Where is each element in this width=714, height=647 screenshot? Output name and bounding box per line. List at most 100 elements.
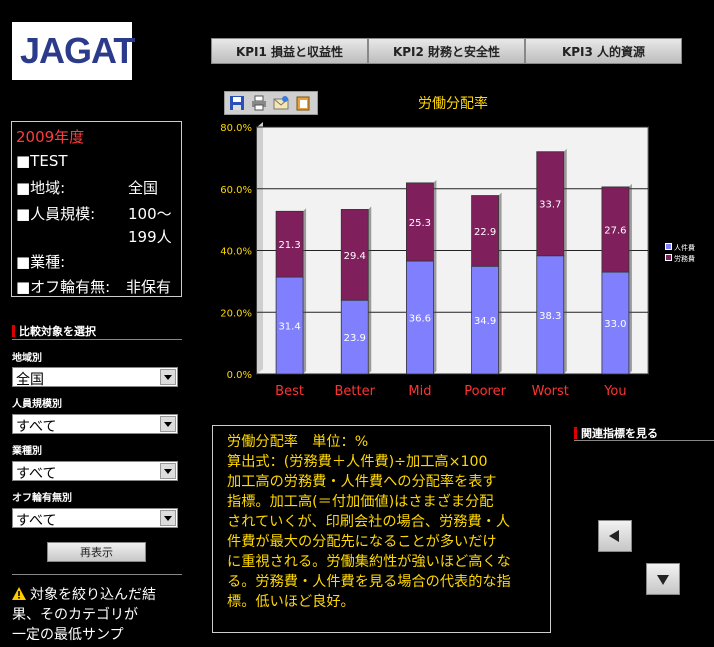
- tab-kpi2[interactable]: KPI2 財務と安全性: [368, 38, 525, 64]
- arrow-down-icon: [657, 575, 669, 585]
- bar-depth: [628, 183, 632, 273]
- info-label-offset: ■オフ輪有無:: [16, 278, 111, 296]
- jagat-logo[interactable]: JAGAT: [12, 22, 135, 80]
- x-tick-label: Worst: [532, 384, 569, 399]
- filter-label-industry: 業種別: [12, 446, 42, 457]
- y-tick-label: 60.0%: [220, 185, 252, 196]
- bar-depth: [368, 297, 372, 374]
- tab-kpi3[interactable]: KPI3 人的資源: [525, 38, 682, 64]
- region-select[interactable]: 全国: [12, 367, 178, 388]
- chevron-down-icon[interactable]: [160, 463, 176, 479]
- filter-label-region: 地域別: [12, 353, 42, 364]
- bar-depth: [303, 274, 307, 374]
- warning-text-1: 対象を絞り込んだ結: [30, 587, 156, 603]
- bar-depth: [628, 269, 632, 374]
- bar-data-label: 21.3: [278, 240, 300, 251]
- info-label-region: ■地域:: [16, 179, 66, 197]
- description-line: 労働分配率 単位：%: [227, 434, 369, 450]
- info-value-size-2: 199人: [128, 228, 172, 246]
- info-label-industry: ■業種:: [16, 253, 66, 271]
- bar-data-label: 25.3: [409, 218, 431, 229]
- description-line: 指標。加工高(＝付加価値)はさまざま分配: [227, 494, 494, 510]
- divider: [574, 440, 714, 441]
- y-tick-label: 80.0%: [220, 123, 252, 134]
- divider: [12, 339, 182, 340]
- info-label-test: ■TEST: [16, 152, 68, 170]
- tab-kpi1[interactable]: KPI1 損益と収益性: [211, 38, 368, 64]
- chevron-down-icon[interactable]: [160, 416, 176, 432]
- chart-svg: 0.0% 20.0% 40.0% 60.0% 80.0% 31.4 21.3 Best 23.9…: [220, 122, 649, 399]
- filter-label-offset: オフ輪有無別: [12, 493, 72, 504]
- divider: [12, 574, 182, 575]
- warning-text-2: 果、そのカテゴリが: [12, 607, 138, 623]
- industry-select[interactable]: すべて: [12, 461, 178, 482]
- save-icon[interactable]: [229, 95, 245, 111]
- y-tick-label: 40.0%: [220, 247, 252, 258]
- chart-toolbar: [224, 91, 318, 115]
- warning-text-3: 一定の最低サンプ: [12, 627, 124, 643]
- offset-select-value: すべて: [16, 513, 57, 529]
- redisplay-button[interactable]: 再表示: [47, 542, 146, 562]
- bar-data-label: 38.3: [539, 311, 561, 322]
- related-heading: 関連指標を見る: [574, 425, 658, 441]
- y-tick-label: 0.0%: [227, 370, 252, 381]
- bar-data-label: 34.9: [474, 316, 496, 327]
- legend-label: 労務費: [674, 255, 695, 263]
- related-prev-button[interactable]: [598, 520, 632, 552]
- size-select[interactable]: すべて: [12, 414, 178, 435]
- bar-depth: [563, 148, 567, 256]
- chevron-down-icon[interactable]: [160, 510, 176, 526]
- bar-data-label: 31.4: [278, 322, 300, 333]
- print-icon[interactable]: [251, 95, 267, 111]
- bar-depth: [433, 179, 437, 261]
- chart-legend: 人件費 労務費: [665, 243, 703, 265]
- description-line: 件費が最大の分配先になることが多いだけ: [227, 534, 497, 550]
- description-line: 標。低いほど良好。: [227, 594, 355, 610]
- filter-heading: 比較対象を選択: [12, 323, 96, 339]
- copy-icon[interactable]: [295, 95, 311, 111]
- x-tick-label: You: [603, 384, 626, 399]
- chart-title: 労働分配率: [418, 96, 488, 112]
- warning-icon: [12, 587, 26, 600]
- filter-label-size: 人員規模別: [12, 399, 62, 410]
- x-tick-label: Better: [335, 384, 376, 399]
- x-tick-label: Poorer: [464, 384, 506, 399]
- x-tick-label: Best: [275, 384, 304, 399]
- y-tick-label: 20.0%: [220, 308, 252, 319]
- legend-item: 労務費: [665, 254, 703, 265]
- legend-swatch: [665, 254, 672, 261]
- info-value-size: 100～: [128, 205, 172, 223]
- description-box: 労働分配率 単位：% 算出式：(労務費＋人件費)÷加工高×100 加工高の労務費…: [212, 425, 551, 633]
- selection-info-box: 2009年度 ■TEST ■地域: 全国 ■人員規模: 100～ 199人 ■業…: [11, 121, 182, 297]
- bar-depth: [433, 257, 437, 374]
- bar-data-label: 29.4: [344, 251, 366, 262]
- description-line: に重視される。労働集約性が強いほど高くな: [227, 554, 511, 570]
- chevron-down-icon[interactable]: [160, 369, 176, 385]
- bar-data-label: 27.6: [604, 226, 626, 237]
- warning-line: 対象を絞り込んだ結: [12, 585, 184, 605]
- description-line: されていくが、印刷会社の場合、労務費・人: [227, 514, 511, 530]
- description-line: る。労務費・人件費を見る場合の代表的な指: [227, 574, 511, 590]
- info-value-offset: 非保有: [126, 278, 172, 296]
- description-line: 加工高の労務費・人件費への分配率を表す: [227, 474, 497, 490]
- bar-depth: [498, 263, 502, 374]
- bar-depth: [498, 192, 502, 267]
- bar-depth: [303, 208, 307, 278]
- warning-note: 対象を絞り込んだ結 果、そのカテゴリが 一定の最低サンプ: [12, 585, 184, 645]
- info-label-size: ■人員規模:: [16, 205, 96, 223]
- mail-icon[interactable]: [273, 95, 289, 111]
- industry-select-value: すべて: [16, 466, 57, 482]
- fiscal-year: 2009年度: [16, 128, 85, 146]
- legend-label: 人件費: [674, 244, 695, 252]
- offset-select[interactable]: すべて: [12, 508, 178, 529]
- bar-data-label: 33.7: [539, 200, 561, 211]
- arrow-left-icon: [609, 530, 619, 542]
- legend-item: 人件費: [665, 243, 703, 254]
- plot-side-wall: [257, 122, 263, 374]
- bar-data-label: 22.9: [474, 227, 496, 238]
- size-select-value: すべて: [16, 419, 57, 435]
- logo-text: JAGAT: [20, 30, 135, 71]
- related-down-button[interactable]: [646, 563, 680, 595]
- info-value-region: 全国: [128, 179, 159, 197]
- bar-depth: [563, 252, 567, 374]
